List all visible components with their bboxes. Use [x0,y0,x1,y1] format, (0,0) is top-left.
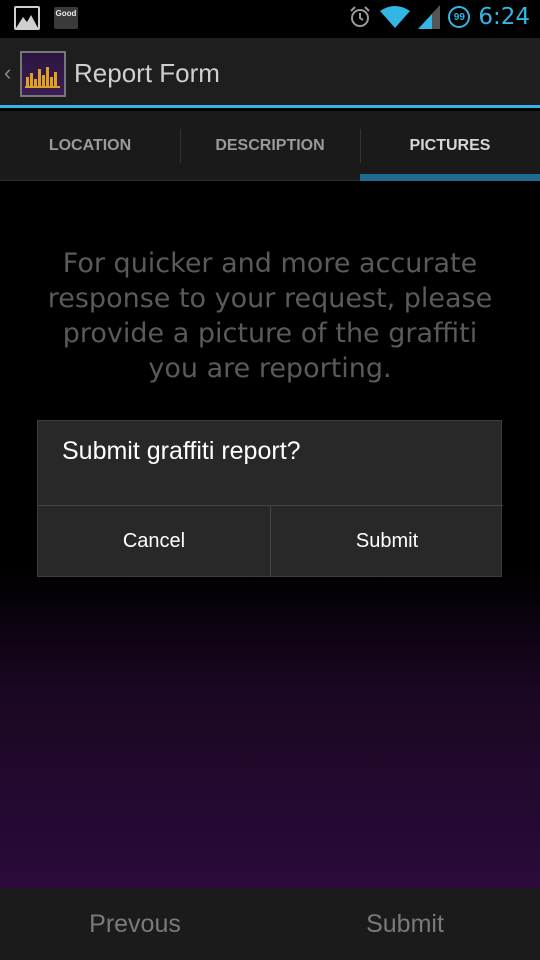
battery-level-icon: 99 [448,6,471,28]
submit-button[interactable]: Submit [270,888,540,960]
bottom-navigation-bar: Prevous Submit [0,888,540,960]
system-icons: 99 6:24 [348,4,530,30]
app-logo[interactable] [20,51,66,97]
notification-icons: Good [14,6,78,30]
dialog-title: Submit graffiti report? [62,437,301,465]
picture-instructions: For quicker and more accurate response t… [47,248,493,384]
clock: 6:24 [478,4,530,30]
dialog-cancel-button[interactable]: Cancel [38,506,270,577]
action-bar: ‹ Report Form [0,38,540,108]
dialog-submit-button[interactable]: Submit [270,506,503,577]
cell-signal-icon [418,5,441,29]
tab-pictures[interactable]: PICTURES [360,111,540,181]
submit-confirm-dialog: Submit graffiti report? Cancel Submit [37,420,503,577]
status-bar: Good 99 6:24 [0,0,540,38]
good-app-icon: Good [54,7,78,29]
image-icon [14,6,40,30]
up-navigation-icon[interactable]: ‹ [4,60,11,86]
page-title: Report Form [74,58,220,88]
wifi-icon [380,6,411,28]
alarm-icon [350,6,371,27]
dialog-buttons: Cancel Submit [38,506,503,577]
tab-location[interactable]: LOCATION [0,111,180,181]
previous-button[interactable]: Prevous [0,888,270,960]
tab-description[interactable]: DESCRIPTION [180,111,360,181]
tab-bar: LOCATION DESCRIPTION PICTURES [0,111,540,181]
